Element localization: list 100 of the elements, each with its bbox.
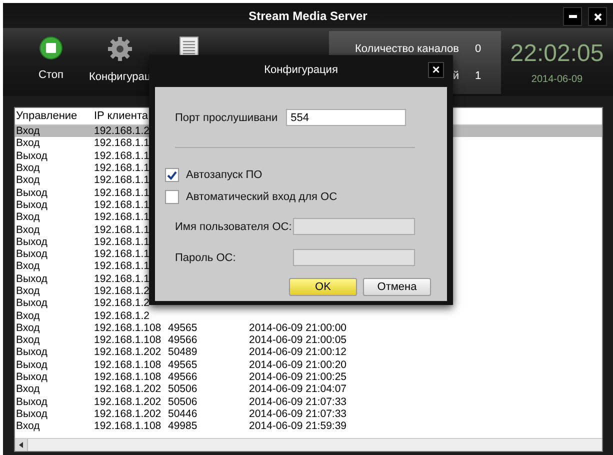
table-cell-text: 192.168.1.1	[94, 186, 150, 199]
clock-time: 22:02:05	[510, 40, 604, 68]
table-cell-text: 192.168.1.1	[94, 248, 150, 260]
table-cell-text: 192.168.1.108	[94, 371, 162, 384]
table-cell-text: Вход	[16, 162, 41, 174]
field-label: Пароль ОС:	[175, 252, 237, 264]
table-cell-text: 192.168.1.2	[94, 125, 150, 138]
table-cell-text: Вход	[16, 211, 41, 224]
field-label: Порт прослушивани	[175, 112, 278, 124]
stat-label: Количество каналов	[355, 42, 459, 55]
table-cell-text: 192.168.1.202	[94, 383, 162, 396]
table-cell-text: 2014-06-09 21:00:12	[249, 346, 348, 358]
close-button[interactable]: ×	[428, 62, 444, 78]
table-cell-text: Выход	[16, 248, 48, 260]
table-cell-text: Вход	[16, 420, 41, 432]
table-cell-text: Вход	[16, 224, 41, 236]
table-cell-text: 192.168.1.1	[94, 150, 150, 162]
table-cell-text: 2014-06-09 21:00:20	[249, 358, 348, 371]
table-cell-text: 50506	[168, 396, 198, 408]
table-cell-text: 192.168.1.2	[94, 285, 150, 297]
field-label: Имя пользователя ОС:	[175, 220, 293, 232]
column-header[interactable]: Управление	[16, 110, 94, 122]
window-title: Stream Media Server	[248, 8, 368, 22]
dialog-title: Конфигурация	[264, 64, 338, 76]
table-cell-text: Выход	[16, 371, 48, 384]
gear-icon	[106, 36, 133, 62]
port-input[interactable]: 554	[286, 109, 406, 126]
horizontal-scrollbar[interactable]	[15, 438, 602, 451]
table-cell-text: 2014-06-09 21:59:39	[249, 420, 348, 432]
table-cell-text: 49566	[168, 371, 198, 384]
table-cell-text: 50446	[168, 408, 198, 420]
table-cell-text: Вход	[16, 174, 41, 186]
table-cell-text: Вход	[16, 310, 41, 322]
table-cell-text: 192.168.1.202	[94, 396, 162, 408]
table-cell-text: 192.168.1.2	[94, 297, 150, 310]
table-cell-text: 49565	[168, 322, 198, 334]
table-cell-text: 2014-06-09 21:07:33	[249, 396, 348, 408]
table-cell-text: 192.168.1.2	[94, 310, 150, 322]
table-cell-text: 192.168.1.1	[94, 198, 150, 211]
stat-value: 1	[474, 70, 482, 82]
table-cell-text: Вход	[16, 383, 41, 396]
table-cell-text: 192.168.1.1	[94, 272, 150, 285]
table-cell-text: Вход	[16, 137, 41, 150]
table-cell-text: 192.168.1.1	[94, 174, 150, 186]
table-cell-text: 2014-06-09 21:00:05	[249, 334, 348, 346]
toolbar-button[interactable]: Конфигурац	[89, 28, 151, 96]
table-cell-text: 192.168.1.1	[94, 260, 150, 272]
close-button[interactable]	[588, 7, 607, 26]
table-cell-text: Выход	[16, 150, 48, 162]
clock-date: 2014-06-09	[531, 74, 583, 84]
minimize-icon	[568, 15, 576, 18]
close-icon	[594, 12, 602, 20]
table-cell-text: 192.168.1.1	[94, 162, 150, 174]
table-cell-text: 2014-06-09 21:00:25	[249, 371, 348, 384]
table-cell-text: Вход	[16, 322, 41, 334]
stat-value: 0	[474, 42, 482, 55]
table-cell-text: Вход	[16, 334, 41, 346]
minimize-button[interactable]	[563, 7, 582, 26]
table-cell-text: 50506	[168, 383, 198, 396]
table-cell-text: Выход	[16, 358, 48, 371]
table-cell-text: 50489	[168, 346, 198, 358]
checkbox[interactable]	[165, 190, 179, 204]
table-cell-text: 2014-06-09 21:00:00	[249, 322, 348, 334]
table-cell-text: Выход	[16, 346, 48, 358]
table-cell-text: 49985	[168, 420, 198, 432]
table-cell-text: 192.168.1.1	[94, 236, 150, 248]
table-cell-text: 192.168.1.108	[94, 358, 162, 371]
table-cell-text: 49565	[168, 358, 198, 371]
table-cell-text: 2014-06-09 21:04:07	[249, 383, 348, 396]
cancel-button[interactable]: Отмена	[363, 278, 431, 296]
table-cell-text: 192.168.1.202	[94, 408, 162, 420]
table-cell-text: 192.168.1.108	[94, 420, 162, 432]
table-cell-text: 192.168.1.108	[94, 322, 162, 334]
toolbar-label: Конфигурац	[89, 71, 151, 83]
table-cell-text: 192.168.1.1	[94, 224, 150, 236]
table-cell-text: 192.168.1.202	[94, 346, 162, 358]
table-cell-text: Выход	[16, 198, 48, 211]
ok-button[interactable]: OK	[289, 278, 357, 296]
table-cell-text: 192.168.1.1	[94, 137, 150, 150]
left-arrow-icon	[19, 442, 23, 448]
table-cell-text: Вход	[16, 285, 41, 297]
table-cell-text: Выход	[16, 408, 48, 420]
toolbar-button[interactable]: Стоп	[31, 28, 71, 96]
table-cell-text: Выход	[16, 297, 48, 310]
table-cell-text: 2014-06-09 21:07:33	[249, 408, 348, 420]
table-cell-text: Вход	[16, 260, 41, 272]
checkmark-icon	[167, 170, 177, 180]
table-cell-text: Выход	[16, 272, 48, 285]
table-cell-text: 49566	[168, 334, 198, 346]
checkbox-label: Автозапуск ПО	[186, 169, 262, 181]
stat-label: й	[452, 70, 459, 82]
checkbox[interactable]	[165, 168, 179, 182]
table-cell-text: 192.168.1.108	[94, 334, 162, 346]
table-cell-text: Вход	[16, 125, 41, 138]
table-cell-text: Выход	[16, 396, 48, 408]
table-cell-text: Выход	[16, 186, 48, 199]
toolbar-label: Стоп	[38, 69, 64, 81]
checkbox-label: Автоматический вход для ОС	[186, 191, 338, 203]
table-cell-text: Выход	[16, 236, 48, 248]
stop-icon	[39, 36, 63, 60]
